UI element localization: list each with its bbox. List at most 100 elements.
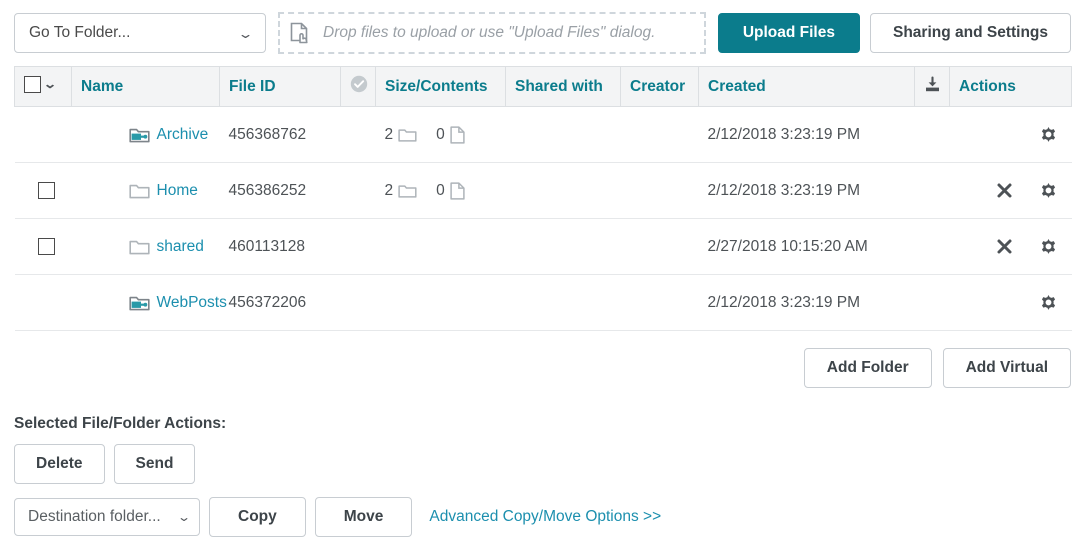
row-shared-with [506, 107, 621, 163]
file-table-container: ⌄ Name File ID Size/Contents [0, 66, 1085, 331]
folder-name-link[interactable]: WebPosts [157, 294, 227, 312]
download-icon [924, 76, 941, 93]
file-dropzone[interactable]: Drop files to upload or use "Upload File… [278, 12, 706, 54]
row-size-contents: 20 [376, 107, 506, 163]
settings-gear-icon[interactable] [1039, 237, 1058, 256]
column-header-created[interactable]: Created [699, 67, 915, 107]
copy-button[interactable]: Copy [209, 497, 306, 537]
table-row: Home456386252202/12/2018 3:23:19 PM [15, 163, 1072, 219]
column-header-download[interactable] [915, 67, 950, 107]
row-file-id: 460113128 [220, 219, 341, 275]
row-size-contents: 20 [376, 163, 506, 219]
delete-button[interactable]: Delete [14, 444, 105, 484]
add-virtual-button[interactable]: Add Virtual [943, 348, 1071, 388]
table-header-row: ⌄ Name File ID Size/Contents [15, 67, 1072, 107]
row-creator [621, 219, 699, 275]
delete-row-icon[interactable] [996, 238, 1013, 255]
row-file-id: 456368762 [220, 107, 341, 163]
add-folder-button[interactable]: Add Folder [804, 348, 932, 388]
row-created: 2/27/2018 10:15:20 AM [699, 219, 915, 275]
row-created: 2/12/2018 3:23:19 PM [699, 163, 915, 219]
goto-folder-label: Go To Folder... [29, 24, 130, 42]
destination-folder-label: Destination folder... [28, 508, 161, 526]
move-button[interactable]: Move [315, 497, 413, 537]
file-count-icon [450, 182, 465, 200]
row-shared-with [506, 219, 621, 275]
row-size-contents [376, 219, 506, 275]
file-manager-page: Go To Folder... ⌄ Drop files to upload o… [0, 0, 1085, 550]
row-name-cell: Home [72, 163, 220, 219]
column-header-shared-with: Shared with [506, 67, 621, 107]
settings-gear-icon[interactable] [1039, 293, 1058, 312]
row-checkbox[interactable] [38, 238, 55, 255]
advanced-copy-move-options-link[interactable]: Advanced Copy/Move Options >> [429, 508, 661, 526]
file-table-body: Archive456368762202/12/2018 3:23:19 PMHo… [15, 107, 1072, 331]
column-header-status[interactable] [341, 67, 376, 107]
drop-file-hand-icon [288, 20, 314, 46]
selected-actions-area: Selected File/Folder Actions: Delete Sen… [0, 388, 1085, 537]
row-creator [621, 107, 699, 163]
row-status-cell [341, 219, 376, 275]
row-download-cell [915, 107, 950, 163]
row-download-cell [915, 163, 950, 219]
row-actions-cell [950, 219, 1072, 275]
folder-count-icon [398, 127, 417, 143]
selected-actions-row-2: Destination folder... ⌄ Copy Move Advanc… [14, 497, 1071, 537]
column-header-creator[interactable]: Creator [621, 67, 699, 107]
row-status-cell [341, 275, 376, 331]
top-toolbar: Go To Folder... ⌄ Drop files to upload o… [0, 0, 1085, 66]
delete-row-icon[interactable] [996, 182, 1013, 199]
add-buttons-row: Add Folder Add Virtual [0, 331, 1085, 388]
folder-name-link[interactable]: shared [157, 238, 204, 256]
file-count: 0 [436, 182, 445, 200]
column-header-file-id[interactable]: File ID [220, 67, 341, 107]
chevron-down-icon[interactable]: ⌄ [43, 78, 57, 90]
folder-icon [129, 182, 150, 200]
row-select-cell [15, 163, 72, 219]
file-count-icon [450, 126, 465, 144]
row-select-cell [15, 107, 72, 163]
column-header-size-contents[interactable]: Size/Contents [376, 67, 506, 107]
select-all-checkbox[interactable] [24, 76, 41, 93]
check-circle-icon [350, 75, 368, 93]
row-created: 2/12/2018 3:23:19 PM [699, 275, 915, 331]
folder-name-link[interactable]: Archive [157, 126, 209, 144]
send-button[interactable]: Send [114, 444, 196, 484]
row-actions-cell [950, 275, 1072, 331]
file-count: 0 [436, 126, 445, 144]
goto-folder-select[interactable]: Go To Folder... ⌄ [14, 13, 266, 53]
row-creator [621, 275, 699, 331]
table-row: Archive456368762202/12/2018 3:23:19 PM [15, 107, 1072, 163]
row-file-id: 456386252 [220, 163, 341, 219]
row-download-cell [915, 275, 950, 331]
row-name-cell: WebPosts [72, 275, 220, 331]
folder-count-icon [398, 183, 417, 199]
upload-files-button[interactable]: Upload Files [718, 13, 860, 53]
chevron-down-icon: ⌄ [237, 27, 253, 39]
table-row: shared 460113128 2/27/2018 10:15:20 AM [15, 219, 1072, 275]
column-header-name[interactable]: Name [72, 67, 220, 107]
row-actions-cell [950, 107, 1072, 163]
virtual-folder-icon [129, 126, 150, 144]
select-all-header: ⌄ [15, 67, 72, 107]
settings-gear-icon[interactable] [1039, 181, 1058, 200]
row-select-cell [15, 275, 72, 331]
table-row: WebPosts456372206 2/12/2018 3:23:19 PM [15, 275, 1072, 331]
row-checkbox[interactable] [38, 182, 55, 199]
folder-name-link[interactable]: Home [157, 182, 198, 200]
selected-actions-row-1: Delete Send [14, 444, 1071, 484]
row-name-cell: Archive [72, 107, 220, 163]
sharing-and-settings-button[interactable]: Sharing and Settings [870, 13, 1071, 53]
settings-gear-icon[interactable] [1039, 125, 1058, 144]
row-shared-with [506, 275, 621, 331]
selected-actions-title: Selected File/Folder Actions: [14, 415, 1071, 433]
row-download-cell [915, 219, 950, 275]
row-file-id: 456372206 [220, 275, 341, 331]
file-table: ⌄ Name File ID Size/Contents [14, 66, 1072, 331]
destination-folder-select[interactable]: Destination folder... ⌄ [14, 498, 200, 536]
dropzone-text: Drop files to upload or use "Upload File… [323, 24, 655, 42]
folder-count: 2 [385, 126, 394, 144]
folder-icon [129, 238, 150, 256]
folder-count: 2 [385, 182, 394, 200]
column-header-actions: Actions [950, 67, 1072, 107]
